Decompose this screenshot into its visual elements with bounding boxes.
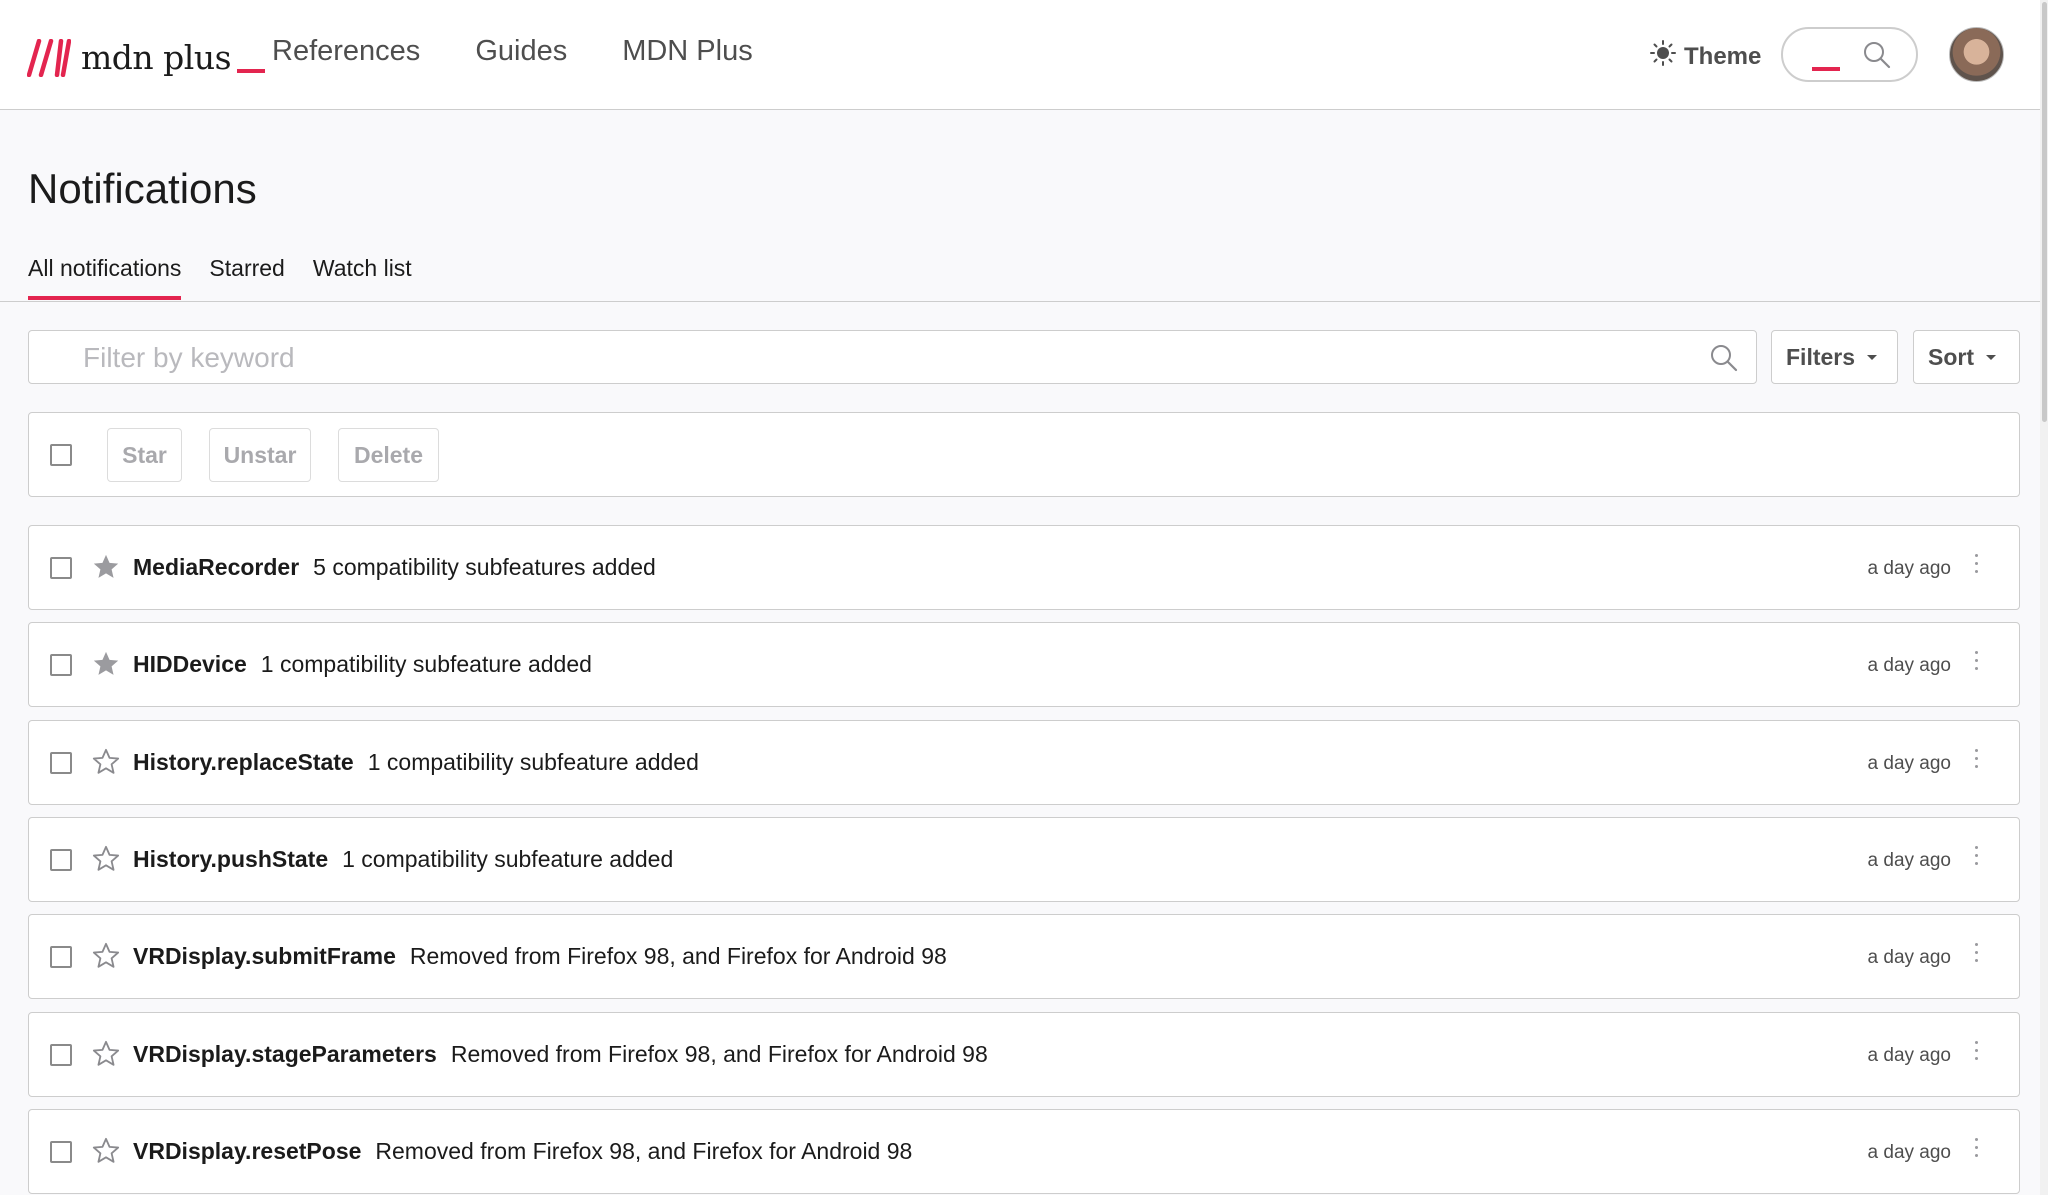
star-filled-icon[interactable]: [91, 553, 121, 586]
theme-label: Theme: [1684, 42, 1762, 70]
search-cursor-dash: [1812, 67, 1840, 71]
notification-text: History.pushState 1 compatibility subfeat…: [133, 846, 673, 873]
notification-row[interactable]: History.replaceState 1 compatibility subf…: [28, 720, 2020, 805]
mdn-plus-logo[interactable]: mdn plus: [27, 38, 266, 77]
notification-title[interactable]: VRDisplay.resetPose: [133, 1138, 361, 1165]
notification-timestamp: a day ago: [1867, 1045, 1951, 1066]
notification-tabs: All notifications Starred Watch list: [28, 255, 412, 300]
notification-row[interactable]: VRDisplay.submitFrame Removed from Firefo…: [28, 914, 2020, 999]
notification-row[interactable]: VRDisplay.stageParameters Removed from Fi…: [28, 1012, 2020, 1097]
notification-row[interactable]: MediaRecorder 5 compatibility subfeatures…: [28, 525, 2020, 610]
notification-description: 5 compatibility subfeatures added: [313, 554, 656, 580]
delete-button[interactable]: Delete: [338, 428, 439, 482]
more-options-icon[interactable]: [1975, 651, 1981, 670]
notification-timestamp: a day ago: [1867, 1142, 1951, 1163]
more-options-icon[interactable]: [1975, 554, 1981, 573]
more-options-icon[interactable]: [1975, 846, 1981, 865]
notification-text: VRDisplay.resetPose Removed from Firefox …: [133, 1138, 912, 1165]
notification-title[interactable]: MediaRecorder: [133, 554, 299, 581]
sun-icon: [1650, 40, 1676, 73]
notification-description: Removed from Firefox 98, and Firefox for…: [409, 943, 947, 969]
notification-title[interactable]: VRDisplay.stageParameters: [133, 1041, 437, 1068]
sort-dropdown-button[interactable]: Sort: [1913, 330, 2020, 384]
notification-text: VRDisplay.submitFrame Removed from Firefo…: [133, 943, 947, 970]
notification-timestamp: a day ago: [1867, 850, 1951, 871]
nav-guides[interactable]: Guides: [475, 35, 567, 68]
more-options-icon[interactable]: [1975, 943, 1981, 962]
main-nav: References Guides MDN Plus: [272, 35, 753, 68]
notification-description: Removed from Firefox 98, and Firefox for…: [450, 1041, 988, 1067]
star-outline-icon[interactable]: [91, 748, 121, 781]
notification-description: Removed from Firefox 98, and Firefox for…: [375, 1138, 913, 1164]
mdn-m-logo-icon: [27, 38, 71, 77]
notification-text: MediaRecorder 5 compatibility subfeatures…: [133, 554, 656, 581]
tab-watch-list[interactable]: Watch list: [313, 255, 412, 300]
filters-dropdown-button[interactable]: Filters: [1771, 330, 1898, 384]
notification-title[interactable]: VRDisplay.submitFrame: [133, 943, 396, 970]
theme-switcher-button[interactable]: Theme: [1650, 40, 1761, 73]
notification-title[interactable]: HIDDevice: [133, 651, 247, 678]
row-checkbox[interactable]: [50, 557, 72, 579]
row-checkbox[interactable]: [50, 654, 72, 676]
row-checkbox[interactable]: [50, 1044, 72, 1066]
notification-row[interactable]: VRDisplay.resetPose Removed from Firefox …: [28, 1109, 2020, 1194]
search-icon: [1862, 40, 1892, 75]
logo-text: mdn plus: [81, 38, 232, 77]
star-outline-icon[interactable]: [91, 845, 121, 878]
select-all-checkbox[interactable]: [50, 444, 72, 466]
star-button[interactable]: Star: [107, 428, 182, 482]
keyword-filter: [28, 330, 1757, 384]
star-filled-icon[interactable]: [91, 650, 121, 683]
row-checkbox[interactable]: [50, 849, 72, 871]
notification-timestamp: a day ago: [1867, 753, 1951, 774]
page-scrollbar-thumb[interactable]: [2042, 2, 2047, 422]
search-icon: [1709, 343, 1739, 378]
notification-title[interactable]: History.pushState: [133, 846, 328, 873]
more-options-icon[interactable]: [1975, 1041, 1981, 1060]
notification-text: HIDDevice 1 compatibility subfeature adde…: [133, 651, 592, 678]
tab-starred[interactable]: Starred: [209, 255, 284, 300]
site-search-button[interactable]: [1781, 27, 1918, 82]
more-options-icon[interactable]: [1975, 749, 1981, 768]
caret-down-icon: [1867, 354, 1878, 360]
notification-timestamp: a day ago: [1867, 947, 1951, 968]
notification-description: 1 compatibility subfeature added: [260, 651, 592, 677]
nav-mdn-plus[interactable]: MDN Plus: [622, 35, 753, 68]
tabs-divider: [0, 301, 2040, 302]
more-options-icon[interactable]: [1975, 1138, 1981, 1157]
notification-timestamp: a day ago: [1867, 655, 1951, 676]
star-outline-icon[interactable]: [91, 1040, 121, 1073]
notification-row[interactable]: HIDDevice 1 compatibility subfeature adde…: [28, 622, 2020, 707]
tab-all-notifications[interactable]: All notifications: [28, 255, 182, 300]
unstar-button[interactable]: Unstar: [209, 428, 311, 482]
caret-down-icon: [1986, 354, 1996, 360]
user-avatar[interactable]: [1949, 27, 2004, 82]
page-title: Notifications: [28, 165, 257, 212]
keyword-filter-input[interactable]: [83, 341, 1683, 375]
notification-description: 1 compatibility subfeature added: [367, 749, 699, 775]
notification-row[interactable]: History.pushState 1 compatibility subfeat…: [28, 817, 2020, 902]
logo-underscore: [237, 68, 266, 73]
filters-label: Filters: [1786, 343, 1856, 370]
notification-text: History.replaceState 1 compatibility subf…: [133, 749, 699, 776]
nav-references[interactable]: References: [272, 35, 420, 68]
star-outline-icon[interactable]: [91, 1137, 121, 1170]
top-navigation-bar: mdn plus References Guides MDN Plus Them…: [0, 0, 2048, 110]
row-checkbox[interactable]: [50, 1141, 72, 1163]
bulk-actions-bar: Star Unstar Delete: [28, 412, 2020, 497]
star-outline-icon[interactable]: [91, 942, 121, 975]
notification-text: VRDisplay.stageParameters Removed from Fi…: [133, 1041, 988, 1068]
row-checkbox[interactable]: [50, 752, 72, 774]
notification-title[interactable]: History.replaceState: [133, 749, 354, 776]
notification-timestamp: a day ago: [1867, 558, 1951, 579]
notification-description: 1 compatibility subfeature added: [342, 846, 674, 872]
row-checkbox[interactable]: [50, 946, 72, 968]
sort-label: Sort: [1928, 343, 1974, 370]
